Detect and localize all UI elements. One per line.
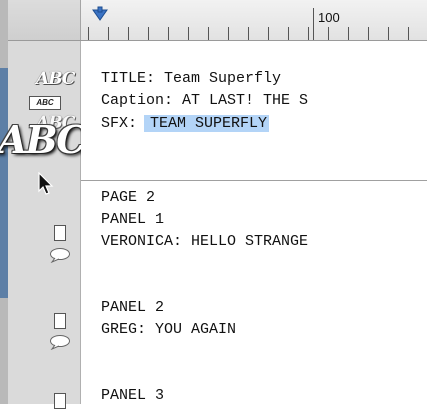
title-text: Team Superfly bbox=[164, 70, 282, 87]
caption-prefix: Caption: bbox=[101, 92, 183, 109]
ruler-major-tick bbox=[313, 8, 314, 40]
ruler[interactable]: 100 bbox=[8, 0, 427, 41]
ruler-gutter-area bbox=[8, 0, 81, 40]
dialogue-line[interactable]: GREG: YOU AGAIN bbox=[101, 320, 236, 340]
sfx-prefix: SFX: bbox=[101, 115, 147, 132]
panel-icon[interactable] bbox=[54, 393, 66, 409]
sfx-selected-text[interactable]: TEAM SUPERFLY bbox=[144, 115, 270, 132]
panel-heading[interactable]: PANEL 2 bbox=[101, 298, 164, 318]
dialogue-line[interactable]: VERONICA: HELLO STRANGE bbox=[101, 232, 308, 252]
panel-heading[interactable]: PANEL 3 bbox=[101, 386, 164, 404]
ruler-label: 100 bbox=[318, 10, 340, 25]
abc-drag-icon[interactable]: ABC bbox=[0, 117, 87, 162]
section-divider bbox=[81, 180, 427, 181]
page-heading[interactable]: PAGE 2 bbox=[101, 188, 155, 208]
balloon-icon[interactable] bbox=[49, 247, 71, 263]
scroll-rail bbox=[0, 68, 8, 298]
caption-text: AT LAST! THE S bbox=[182, 92, 309, 109]
panel-icon[interactable] bbox=[54, 313, 66, 329]
sfx-line[interactable]: SFX: TEAM SUPERFLY bbox=[101, 114, 270, 134]
caption-line[interactable]: Caption: AT LAST! THE S bbox=[101, 91, 308, 111]
script-editor[interactable]: TITLE: Team Superfly Caption: AT LAST! T… bbox=[81, 41, 427, 404]
title-prefix: TITLE: bbox=[101, 70, 165, 87]
element-gutter: ABC ABC ABC ABC bbox=[0, 41, 87, 409]
title-line[interactable]: TITLE: Team Superfly bbox=[101, 69, 281, 89]
abc-caption-icon[interactable]: ABC bbox=[29, 96, 61, 110]
abc-title-icon[interactable]: ABC bbox=[36, 69, 75, 89]
panel-icon[interactable] bbox=[54, 225, 66, 241]
tab-stop-marker-icon[interactable] bbox=[92, 6, 108, 22]
ruler-ticks bbox=[88, 27, 427, 40]
mouse-pointer-icon bbox=[38, 172, 54, 195]
balloon-icon[interactable] bbox=[49, 334, 71, 350]
panel-heading[interactable]: PANEL 1 bbox=[101, 210, 164, 230]
window-left-edge bbox=[0, 0, 8, 404]
